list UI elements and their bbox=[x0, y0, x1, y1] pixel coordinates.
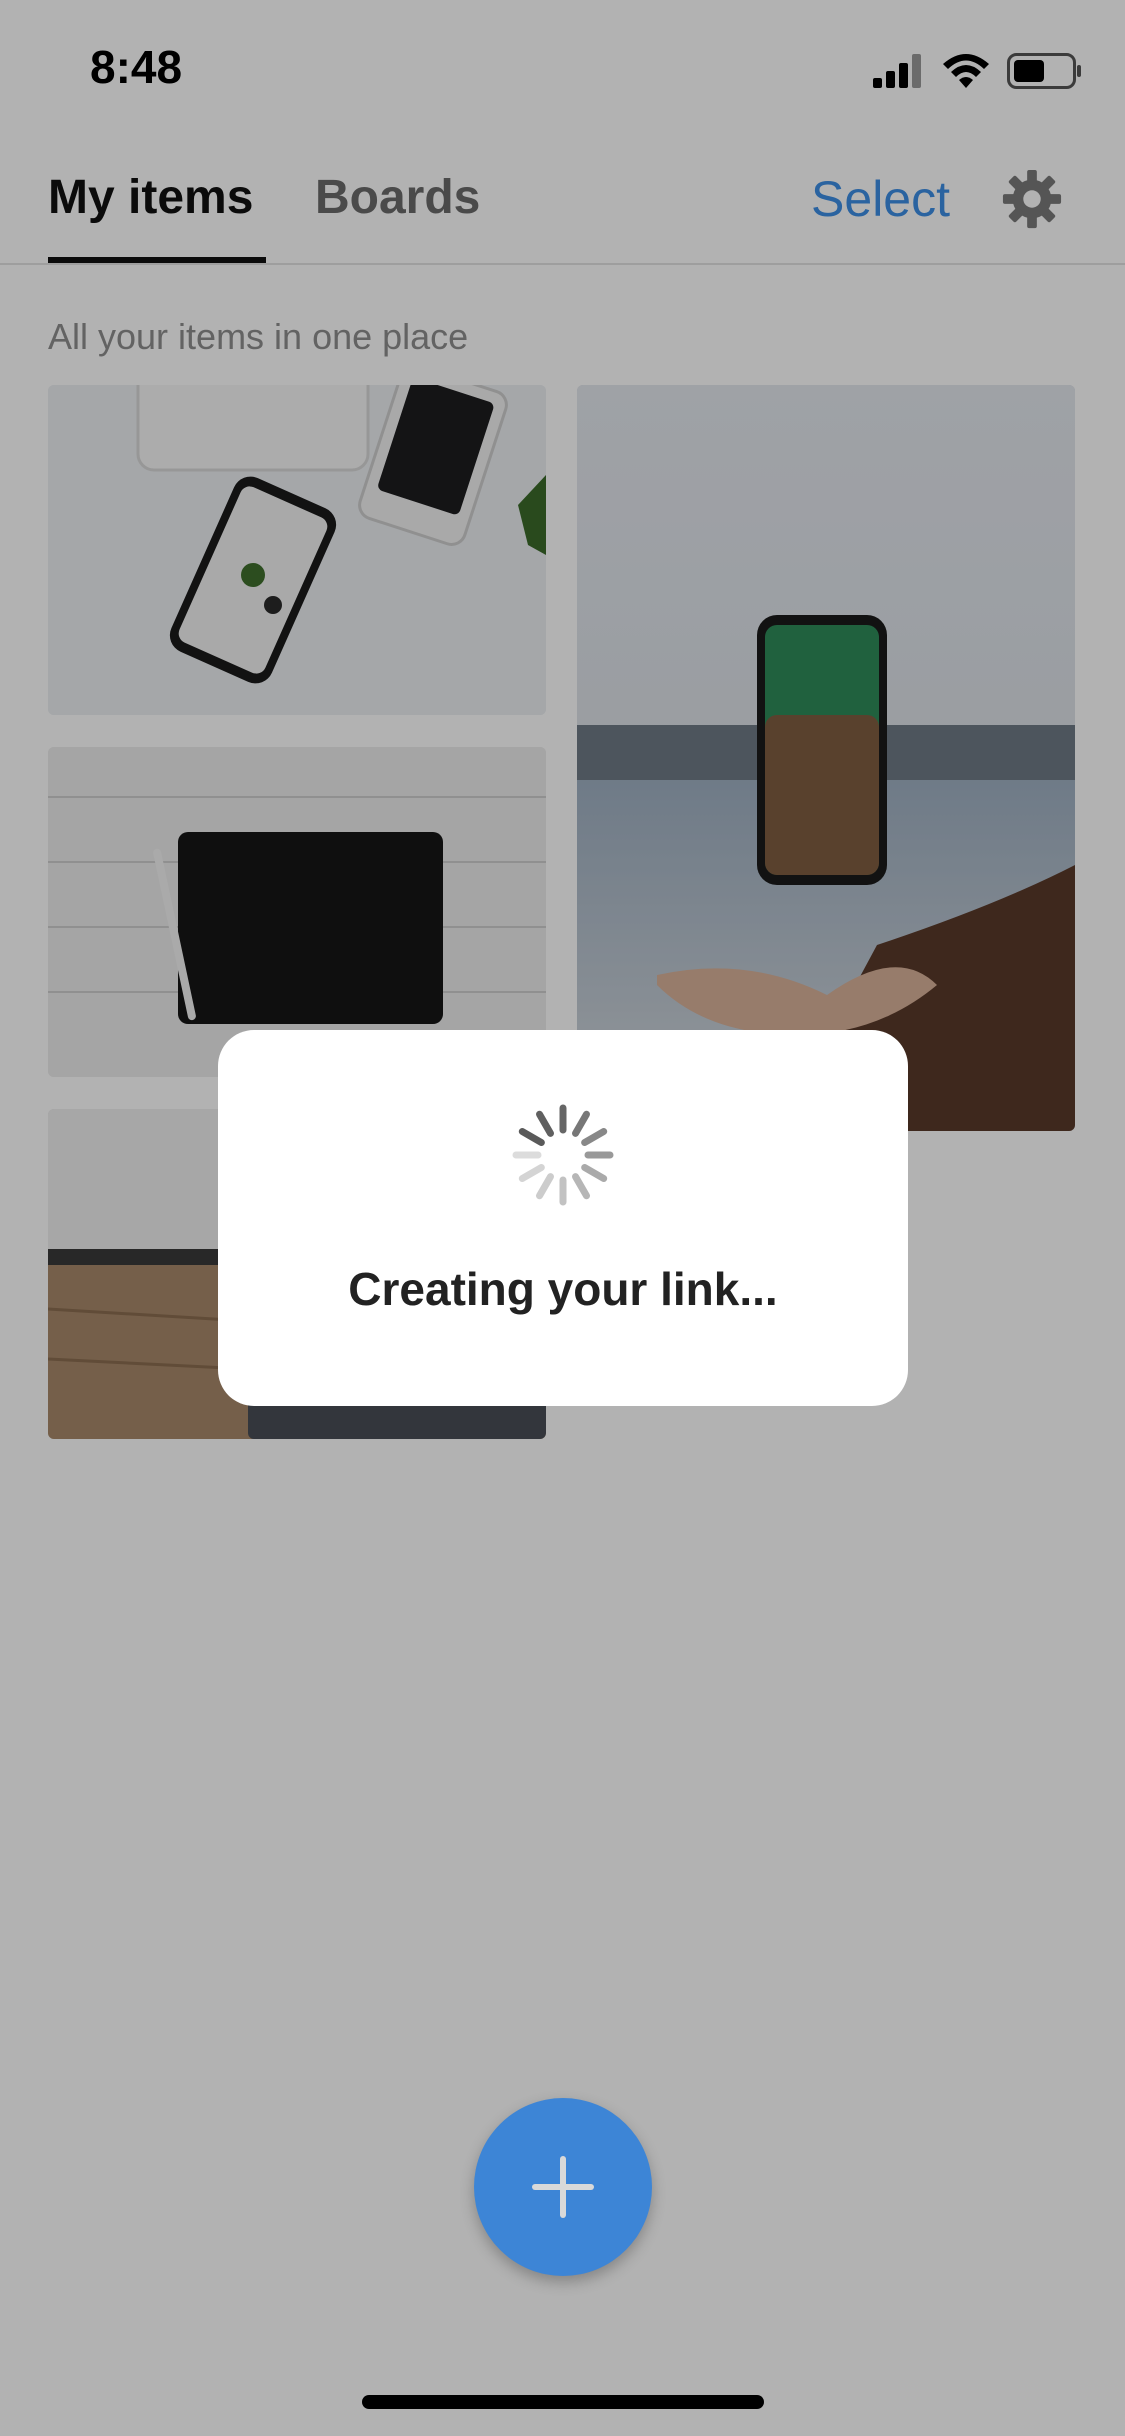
spinner-icon bbox=[512, 1104, 614, 1206]
app-screen: 8:48 My items Boards Select All your ite… bbox=[0, 0, 1125, 2436]
add-item-button[interactable] bbox=[474, 2098, 652, 2276]
plus-icon bbox=[532, 2156, 594, 2218]
home-indicator[interactable] bbox=[362, 2395, 764, 2409]
loading-message: Creating your link... bbox=[348, 1263, 778, 1315]
loading-dialog: Creating your link... bbox=[218, 1030, 908, 1406]
